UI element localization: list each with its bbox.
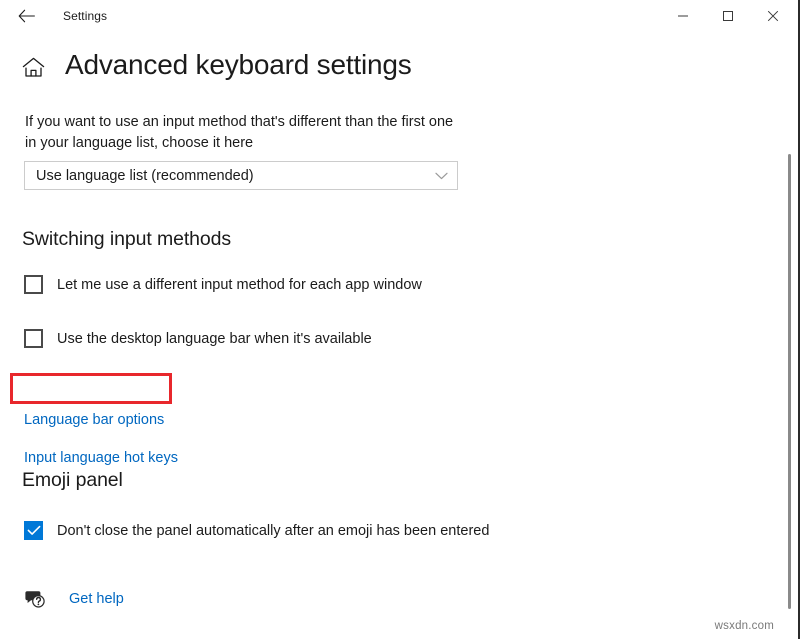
- get-help-row[interactable]: Get help: [24, 588, 124, 610]
- checkbox-row[interactable]: Use the desktop language bar when it's a…: [24, 329, 372, 348]
- settings-window: Settings Advanced keyboard settings If y…: [0, 0, 800, 639]
- minimize-button[interactable]: [660, 0, 705, 32]
- page-description: If you want to use an input method that'…: [25, 114, 454, 151]
- title-bar: Settings: [0, 0, 798, 32]
- scrollbar-thumb[interactable]: [788, 154, 791, 609]
- help-bubble-icon: [24, 588, 46, 610]
- checkbox-label: Let me use a different input method for …: [57, 276, 422, 293]
- watermark: wsxdn.com: [714, 620, 774, 632]
- link-language-bar-options[interactable]: Language bar options: [24, 412, 164, 428]
- checkmark-icon: [27, 525, 40, 535]
- page-header: Advanced keyboard settings: [18, 48, 412, 82]
- home-icon: [22, 57, 44, 77]
- checkbox-row[interactable]: Let me use a different input method for …: [24, 275, 422, 294]
- checkbox-desktop-language-bar[interactable]: [24, 329, 43, 348]
- checkbox-dont-close-emoji-panel[interactable]: [24, 521, 43, 540]
- close-icon: [767, 10, 778, 22]
- page-title: Advanced keyboard settings: [65, 49, 412, 80]
- link-input-language-hot-keys[interactable]: Input language hot keys: [24, 450, 178, 466]
- app-title: Settings: [63, 9, 108, 23]
- vertical-scrollbar[interactable]: [784, 32, 796, 639]
- window-controls: [660, 0, 795, 32]
- checkbox-row[interactable]: Don't close the panel automatically afte…: [24, 521, 489, 540]
- maximize-button[interactable]: [705, 0, 750, 32]
- checkbox-label: Don't close the panel automatically afte…: [57, 522, 490, 539]
- back-arrow-icon: [18, 9, 35, 23]
- get-help-label[interactable]: Get help: [69, 591, 124, 607]
- red-highlight-box: [10, 373, 172, 404]
- back-button[interactable]: [6, 0, 46, 32]
- chevron-down-icon: [435, 172, 448, 180]
- close-button[interactable]: [750, 0, 795, 32]
- maximize-icon: [722, 11, 733, 21]
- section-heading-emoji-panel: Emoji panel: [22, 469, 123, 491]
- page-content: Advanced keyboard settings If you want t…: [0, 32, 798, 639]
- checkbox-label: Use the desktop language bar when it's a…: [57, 330, 372, 347]
- checkbox-different-input-method[interactable]: [24, 275, 43, 294]
- dropdown-selected-value: Use language list (recommended): [36, 167, 254, 184]
- home-button[interactable]: [18, 52, 48, 82]
- input-method-override-dropdown[interactable]: Use language list (recommended): [24, 161, 458, 190]
- section-heading-switching-input-methods: Switching input methods: [22, 228, 232, 250]
- minimize-icon: [677, 15, 688, 17]
